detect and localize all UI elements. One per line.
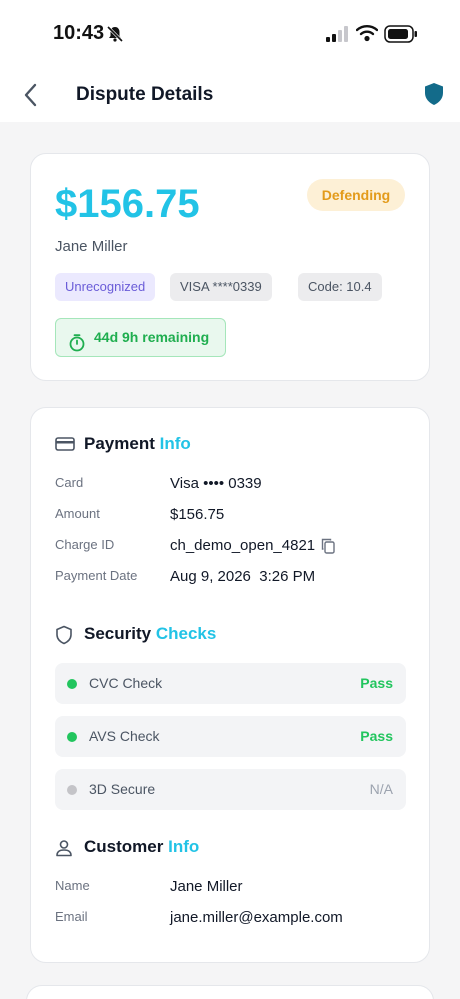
payment-date-label: Payment Date [55,568,138,583]
back-button[interactable] [20,82,44,108]
reason-code-chip: Code: 10.4 [298,273,382,301]
payment-title-main: Payment [84,434,155,453]
check-row-3d-secure: 3D Secure N/A [55,769,406,810]
card-chip: VISA ****0339 [170,273,272,301]
navigation-bar: Dispute Details [0,70,460,122]
bell-muted-icon [106,25,124,48]
copy-icon[interactable] [321,538,335,559]
payment-title-accent: Info [159,434,191,453]
reason-chip: Unrecognized [55,273,156,301]
deadline-badge: 44d 9h remaining [55,318,226,357]
dispute-amount: $156.75 [55,182,200,226]
check-result: Pass [360,728,393,744]
cellular-signal-icon [326,26,348,47]
dispute-summary-card: $156.75 Defending Jane Miller Unrecogniz… [30,153,430,381]
check-result: Pass [360,675,393,691]
payment-info-title: Payment Info [84,434,191,454]
customer-title-main: Customer [84,837,164,856]
next-card [26,985,434,999]
wifi-icon [355,24,379,47]
check-row-avs: AVS Check Pass [55,716,406,757]
customer-info-title: Customer Info [84,837,199,857]
status-time: 10:43 [53,22,105,44]
stopwatch-icon [69,329,85,366]
page-title: Dispute Details [76,84,214,105]
check-label: CVC Check [89,675,163,691]
charge-id-value: ch_demo_open_4821 [170,537,316,554]
check-row-cvc: CVC Check Pass [55,663,406,704]
status-bar: 10:43 [0,0,460,70]
battery-icon [384,24,418,49]
customer-name: Jane Miller [55,238,128,255]
customer-title-accent: Info [168,837,200,856]
name-value: Jane Miller [170,878,243,895]
dispute-details-card: Payment Info Card Visa •••• 0339 Amount … [30,407,430,963]
amount-value: $156.75 [170,506,225,523]
check-label: 3D Secure [89,781,156,797]
user-icon [55,839,73,862]
charge-id-label: Charge ID [55,537,115,552]
security-title-main: Security [84,624,152,643]
status-badge: Defending [307,179,405,211]
card-value: Visa •••• 0339 [170,475,262,492]
card-label: Card [55,475,84,490]
status-dot [67,785,77,795]
shield-icon[interactable] [424,82,444,111]
check-label: AVS Check [89,728,160,744]
check-result: N/A [369,781,393,797]
security-title-accent: Checks [155,624,217,643]
status-dot [67,732,77,742]
status-dot [67,679,77,689]
credit-card-icon [55,436,75,457]
name-label: Name [55,878,90,893]
email-value: jane.miller@example.com [170,909,343,926]
amount-label: Amount [55,506,100,521]
email-label: Email [55,909,88,924]
payment-date-value: Aug 9, 2026 3:26 PM [170,568,316,585]
security-checks-title: Security Checks [84,624,216,644]
shield-outline-icon [55,625,73,650]
time-remaining-text: 44d 9h remaining [94,329,210,345]
